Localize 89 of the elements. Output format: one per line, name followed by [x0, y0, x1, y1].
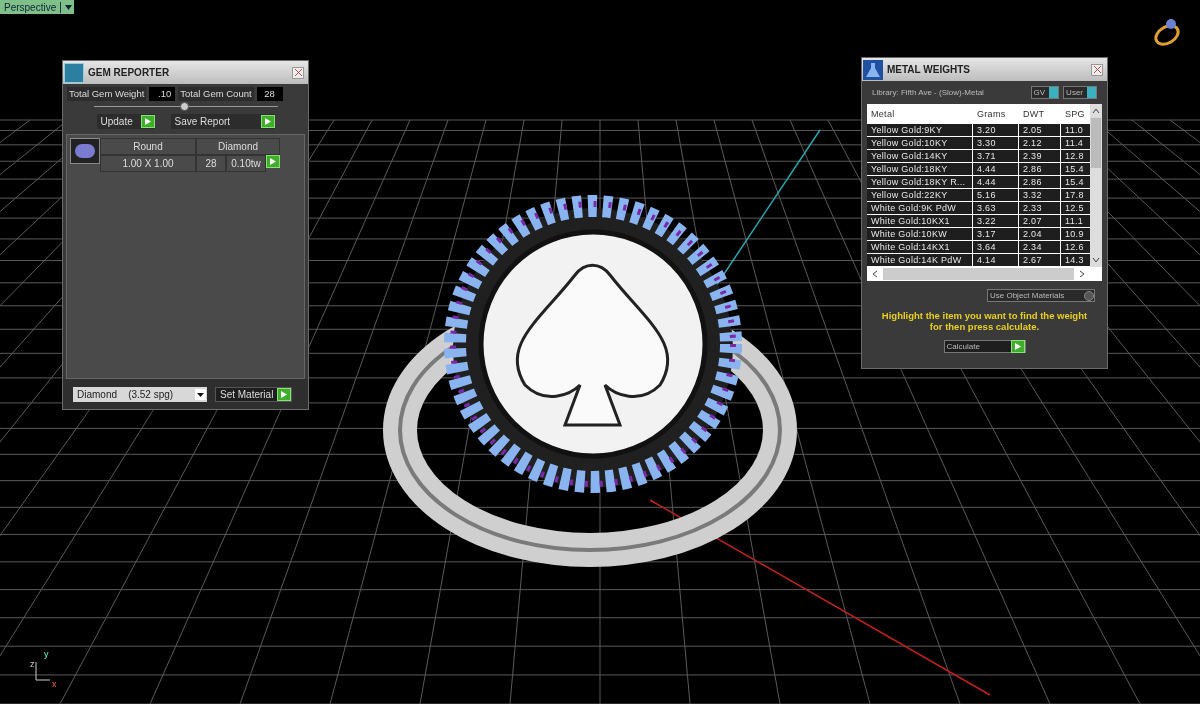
table-cell: 3.71 [973, 150, 1019, 163]
table-cell: 17.8 [1061, 189, 1090, 202]
table-cell: 3.32 [1019, 189, 1061, 202]
hint-text: Highlight the item you want to find the weight for then press calculate. [880, 310, 1089, 332]
total-weight-field[interactable]: .10 [149, 87, 176, 101]
field-label: Total Gem Weight [67, 87, 147, 101]
table-cell: White Gold:14K PdW [867, 254, 973, 267]
window-title: METAL WEIGHTS [887, 63, 971, 77]
vertical-scrollbar[interactable] [1090, 104, 1102, 267]
gem-thumbnail [70, 138, 100, 164]
close-icon [294, 69, 302, 76]
flask-icon [863, 59, 883, 80]
set-material-button[interactable]: Set Material [215, 386, 293, 402]
scroll-right-icon [1078, 270, 1086, 278]
table-cell: White Gold:14KX1 [867, 241, 973, 254]
axis-label: z [30, 658, 35, 671]
table-cell: 5.16 [973, 189, 1019, 202]
table-cell: White Gold:10KX1 [867, 215, 973, 228]
table-cell: 3.30 [973, 137, 1019, 150]
panel-button[interactable]: Save Report [170, 114, 275, 129]
table-cell: 15.4 [1061, 176, 1090, 189]
close-icon [1093, 66, 1101, 73]
play-icon [260, 115, 275, 128]
table-cell: 11.4 [1061, 137, 1090, 150]
total-count-field[interactable]: 28 [256, 87, 283, 101]
table-cell: 15.4 [1061, 163, 1090, 176]
table-cell: 1.00 X 1.00 [100, 155, 196, 172]
table-cell: 2.67 [1019, 254, 1061, 267]
library-label: Library: Fifth Ave - (Slow)-Metal [872, 86, 985, 99]
toggle-button[interactable]: User [1063, 86, 1097, 99]
table-cell: 2.34 [1019, 241, 1061, 254]
scroll-left-icon [871, 270, 879, 278]
table-cell: Yellow Gold:10KY [867, 137, 973, 150]
panel-button[interactable]: Update [96, 114, 155, 129]
table-cell: 2.86 [1019, 176, 1061, 189]
table-cell: 4.44 [973, 163, 1019, 176]
play-icon [1010, 340, 1025, 353]
view-menu[interactable]: Perspective [0, 0, 75, 14]
material-dropdown[interactable]: Diamond (3.52 spg) [73, 386, 207, 402]
table-cell: Yellow Gold:18KY [867, 163, 973, 176]
table-cell: 11.1 [1061, 215, 1090, 228]
caret-icon [65, 4, 73, 10]
table-cell: 14.3 [1061, 254, 1090, 267]
window-title: GEM REPORTER [88, 66, 171, 80]
table-cell: 12.6 [1061, 241, 1090, 254]
table-cell: 2.07 [1019, 215, 1061, 228]
calculate-button[interactable]: Calculate [943, 340, 1026, 353]
field-label: Total Gem Count [178, 87, 254, 101]
close-button[interactable] [1091, 63, 1103, 76]
table-cell: 12.5 [1061, 202, 1090, 215]
table-cell: Diamond [196, 138, 280, 155]
axis-label: x [52, 678, 57, 691]
table-cell: 2.33 [1019, 202, 1061, 215]
axis-icon [32, 660, 52, 684]
table-cell: Round [100, 138, 196, 155]
table-cell: 12.8 [1061, 150, 1090, 163]
table-cell: 2.12 [1019, 137, 1061, 150]
table-cell: 3.63 [973, 202, 1019, 215]
table-cell: White Gold:10KW [867, 228, 973, 241]
scroll-up-icon [1092, 108, 1100, 114]
toggle-button[interactable]: GV [1030, 86, 1060, 99]
table-cell: 28 [196, 155, 226, 172]
slider-thumb[interactable] [179, 102, 189, 111]
table-cell: 4.44 [973, 176, 1019, 189]
caret-icon [195, 388, 206, 400]
table-cell: Yellow Gold:22KY [867, 189, 973, 202]
table-cell: White Gold:9K PdW [867, 202, 973, 215]
table-cell: Yellow Gold:18KY R... [867, 176, 973, 189]
axis-label: y [44, 648, 49, 661]
scroll-down-icon [1092, 257, 1100, 263]
table-cell: 2.04 [1019, 228, 1061, 241]
table-cell: 2.86 [1019, 163, 1061, 176]
close-button[interactable] [292, 66, 304, 79]
table-cell: 3.17 [973, 228, 1019, 241]
table-cell: 0.10tw [226, 155, 266, 172]
table-cell: 3.64 [973, 241, 1019, 254]
use-object-materials-button[interactable]: Use Object Materials [987, 289, 1095, 302]
table-cell: 2.39 [1019, 150, 1061, 163]
play-icon [277, 387, 292, 401]
play-icon [266, 155, 280, 168]
table-cell: Yellow Gold:14KY [867, 150, 973, 163]
table-cell: 4.14 [973, 254, 1019, 267]
table-cell: 2.05 [1019, 124, 1061, 137]
play-icon [140, 115, 155, 128]
table-cell: 3.22 [973, 215, 1019, 228]
table-cell: 3.20 [973, 124, 1019, 137]
table-cell: 11.0 [1061, 124, 1090, 137]
table-cell: 10.9 [1061, 228, 1090, 241]
table-cell: Yellow Gold:9KY [867, 124, 973, 137]
